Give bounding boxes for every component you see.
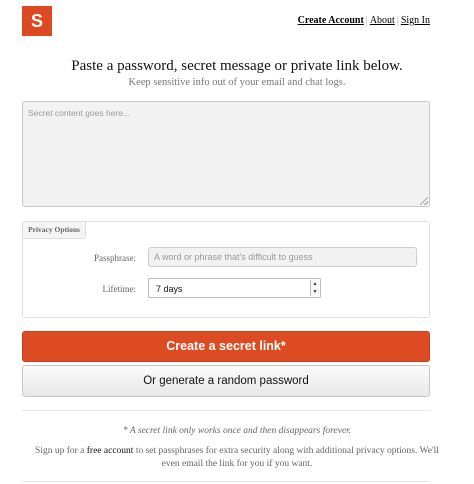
secret-content-textarea[interactable] <box>22 101 430 207</box>
divider <box>22 410 430 411</box>
signup-prefix: Sign up for a <box>35 446 87 456</box>
passphrase-input[interactable] <box>148 247 417 267</box>
free-account-link[interactable]: free account <box>87 446 134 456</box>
secret-link-note: * A secret link only works once and then… <box>122 426 352 436</box>
generate-random-password-button[interactable]: Or generate a random password <box>22 365 430 397</box>
lifetime-label: Lifetime: <box>102 284 137 294</box>
create-account-link[interactable]: Create Account <box>298 15 364 26</box>
nav-separator: | <box>396 15 399 26</box>
select-arrows-icon: ▲ ▼ <box>310 280 319 296</box>
create-secret-link-button[interactable]: Create a secret link* <box>22 331 430 362</box>
divider <box>22 481 430 482</box>
logo[interactable]: S <box>22 6 52 36</box>
sign-in-link[interactable]: Sign In <box>401 15 430 26</box>
about-link[interactable]: About <box>370 15 395 26</box>
resize-grip-icon[interactable] <box>420 197 428 205</box>
nav-separator: | <box>365 15 368 26</box>
page-subtitle: Keep sensitive info out of your email an… <box>128 77 346 88</box>
signup-suffix: to set passphrases for extra security al… <box>133 446 439 469</box>
privacy-options-panel: Privacy Options <box>22 221 430 318</box>
lifetime-select[interactable]: 7 days ▲ ▼ <box>148 278 321 298</box>
passphrase-label: Passphrase: <box>94 253 136 263</box>
signup-text: Sign up for a free account to set passph… <box>30 445 444 471</box>
page-title: Paste a password, secret message or priv… <box>71 58 403 74</box>
lifetime-selected-value: 7 days <box>156 284 183 294</box>
top-nav: Create Account | About | Sign In <box>298 15 430 26</box>
privacy-options-legend: Privacy Options <box>23 222 86 239</box>
